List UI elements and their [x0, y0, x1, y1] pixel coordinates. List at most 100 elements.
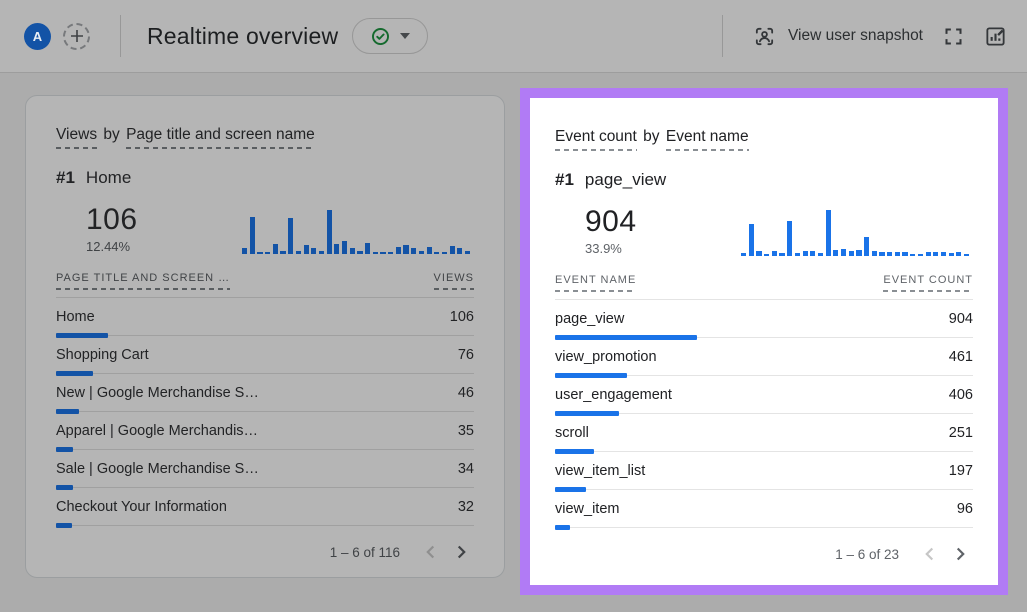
table-row: scroll 251	[555, 414, 973, 452]
sparkline-bar	[380, 252, 385, 254]
header-divider-right	[722, 15, 723, 57]
sparkline-bar	[856, 250, 861, 256]
top-item-name: page_view	[585, 170, 666, 190]
table-row: Checkout Your Information 32	[56, 488, 474, 526]
sparkline-bar	[810, 251, 815, 256]
prev-page-button[interactable]	[418, 539, 444, 565]
user-snapshot-icon	[753, 25, 776, 48]
realtime-status-pill[interactable]	[352, 18, 428, 54]
sparkline-bar	[419, 251, 424, 254]
events-sparkline	[741, 202, 973, 256]
views-sparkline	[242, 200, 474, 254]
table-row: Apparel | Google Merchandis… 35	[56, 412, 474, 450]
sparkline-bar	[772, 251, 777, 256]
metric-selector[interactable]: Views	[56, 126, 97, 149]
row-value: 32	[458, 499, 474, 515]
row-label: scroll	[555, 425, 589, 441]
table-row: page_view 904	[555, 300, 973, 338]
row-value: 251	[949, 425, 973, 441]
sparkline-bar	[849, 251, 854, 256]
sparkline-bar	[956, 252, 961, 256]
metric-selector[interactable]: Event count	[555, 128, 637, 151]
sparkline-bar	[818, 253, 823, 256]
table-header: PAGE TITLE AND SCREEN … VIEWS	[56, 272, 474, 298]
next-page-button[interactable]	[947, 541, 973, 567]
sparkline-bar	[887, 252, 892, 256]
sparkline-bar	[949, 253, 954, 256]
sparkline-bar	[304, 245, 309, 254]
sparkline-bar	[288, 218, 293, 254]
sparkline-bar	[941, 252, 946, 256]
sparkline-bar	[803, 251, 808, 256]
customize-report-button[interactable]	[984, 25, 1007, 48]
row-label: user_engagement	[555, 387, 672, 403]
dimension-selector[interactable]: Event name	[666, 128, 749, 151]
sparkline-bar	[910, 254, 915, 256]
row-value: 35	[458, 423, 474, 439]
sparkline-bar	[265, 252, 270, 254]
sparkline-bar	[465, 251, 470, 254]
highlight-frame: Event count by Event name #1 page_view 9…	[520, 88, 1008, 595]
sparkline-bar	[741, 253, 746, 256]
top-metric-block: 106 12.44%	[56, 196, 474, 254]
realtime-cards-area: Views by Page title and screen name #1 H…	[0, 73, 1027, 595]
title-joiner: by	[641, 128, 661, 145]
page-title: Realtime overview	[147, 23, 338, 50]
views-by-page-title-card: Views by Page title and screen name #1 H…	[25, 95, 505, 578]
sparkline-bar	[319, 251, 324, 254]
title-joiner: by	[101, 126, 121, 143]
next-page-button[interactable]	[448, 539, 474, 565]
pagination: 1 – 6 of 116	[56, 539, 474, 565]
check-circle-icon	[370, 26, 391, 47]
card-title: Views by Page title and screen name	[56, 126, 474, 144]
row-value: 46	[458, 385, 474, 401]
row-value-bar	[56, 523, 72, 528]
table-row: view_promotion 461	[555, 338, 973, 376]
sparkline-bar	[365, 243, 370, 254]
plus-icon	[70, 29, 84, 43]
metric-column-header[interactable]: VIEWS	[434, 272, 474, 290]
dimension-selector[interactable]: Page title and screen name	[126, 126, 315, 149]
sparkline-bar	[841, 249, 846, 256]
row-value-bar	[555, 525, 570, 530]
sparkline-bar	[273, 244, 278, 254]
chevron-left-icon	[919, 543, 941, 565]
row-label: view_item_list	[555, 463, 645, 479]
top-item-value: 904	[585, 205, 637, 238]
prev-page-button[interactable]	[917, 541, 943, 567]
sparkline-bar	[427, 247, 432, 254]
row-value: 461	[949, 349, 973, 365]
sparkline-bar	[450, 246, 455, 254]
sparkline-bar	[327, 210, 332, 254]
sparkline-bar	[833, 250, 838, 256]
row-value: 96	[957, 501, 973, 517]
fullscreen-button[interactable]	[943, 26, 964, 47]
dimension-column-header[interactable]: EVENT NAME	[555, 274, 636, 292]
sparkline-bar	[764, 254, 769, 256]
row-value: 904	[949, 311, 973, 327]
sparkline-bar	[872, 251, 877, 256]
sparkline-bar	[388, 252, 393, 254]
top-item-value: 106	[86, 203, 138, 236]
row-value: 197	[949, 463, 973, 479]
pagination: 1 – 6 of 23	[555, 541, 973, 567]
row-label: view_item	[555, 501, 619, 517]
rank-label: #1	[56, 168, 75, 188]
sparkline-bar	[779, 253, 784, 256]
table-header: EVENT NAME EVENT COUNT	[555, 274, 973, 300]
sparkline-bar	[250, 217, 255, 254]
top-metric-block: 904 33.9%	[555, 198, 973, 256]
metric-column-header[interactable]: EVENT COUNT	[883, 274, 973, 292]
sparkline-bar	[902, 252, 907, 256]
row-label: Shopping Cart	[56, 347, 149, 363]
app-header: A Realtime overview Vie	[0, 0, 1027, 73]
chevron-left-icon	[420, 541, 442, 563]
sparkline-bar	[257, 252, 262, 254]
add-comparison-button[interactable]	[63, 23, 90, 50]
dimension-column-header[interactable]: PAGE TITLE AND SCREEN …	[56, 272, 230, 290]
top-item-percent: 33.9%	[585, 241, 637, 256]
view-user-snapshot-button[interactable]: View user snapshot	[753, 25, 923, 48]
card-title: Event count by Event name	[555, 128, 973, 146]
sparkline-bar	[311, 248, 316, 254]
avatar[interactable]: A	[24, 23, 51, 50]
